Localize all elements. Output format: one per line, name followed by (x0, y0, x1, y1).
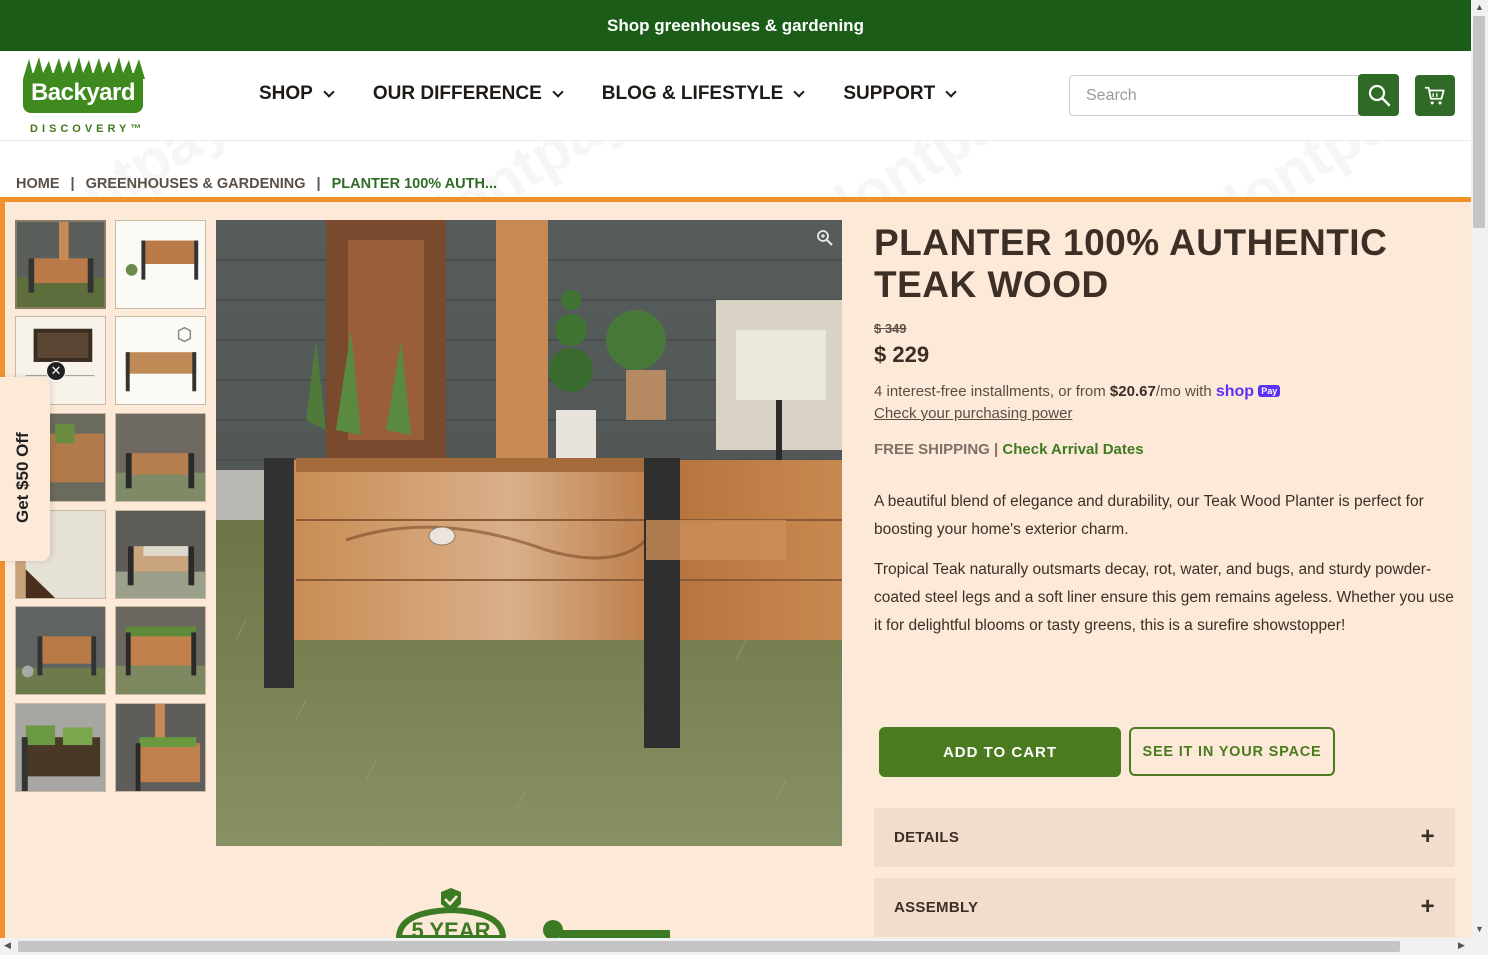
site-header: Backyard DISCOVERY™ SHOP OUR DIFFERENCE … (0, 51, 1471, 141)
logo[interactable]: Backyard DISCOVERY™ (20, 57, 148, 137)
plus-icon: + (1420, 893, 1435, 920)
see-in-space-button[interactable]: SEE IT IN YOUR SPACE (1129, 727, 1335, 776)
thumbnail-11[interactable] (15, 703, 106, 792)
breadcrumb-separator: | (70, 176, 75, 192)
nav-our-difference[interactable]: OUR DIFFERENCE (372, 83, 564, 105)
thumbnail-10[interactable] (115, 606, 206, 695)
check-purchasing-power-link[interactable]: Check your purchasing power (874, 405, 1072, 422)
scroll-down-icon[interactable]: ▼ (1475, 924, 1484, 934)
accordion-details[interactable]: DETAILS + (874, 808, 1455, 867)
installments-amount: $20.67 (1109, 383, 1156, 400)
zoom-icon[interactable] (816, 229, 834, 247)
vertical-scrollbar-thumb[interactable] (1473, 16, 1485, 228)
announcement-text[interactable]: Shop greenhouses & gardening (607, 16, 864, 36)
warranty-badges: 5 YEAR (395, 886, 675, 943)
product-main-image[interactable] (216, 220, 842, 846)
installments-text: 4 interest-free installments, or from $2… (874, 383, 1281, 401)
free-shipping-label: FREE SHIPPING | (874, 441, 1003, 458)
nav-blog-lifestyle[interactable]: BLOG & LIFESTYLE (601, 83, 805, 105)
thumbnail-1[interactable] (15, 220, 106, 309)
nav-label: OUR DIFFERENCE (372, 83, 542, 104)
breadcrumb-current: PLANTER 100% AUTH... (331, 176, 498, 192)
accordion-assembly[interactable]: ASSEMBLY + (874, 878, 1455, 937)
cart-button[interactable] (1415, 75, 1455, 116)
product-title: PLANTER 100% AUTHENTIC TEAK WOOD (874, 222, 1388, 305)
announcement-bar[interactable]: Shop greenhouses & gardening (0, 0, 1471, 51)
accordion-label: DETAILS (894, 829, 960, 846)
scroll-up-icon[interactable]: ▲ (1475, 2, 1484, 12)
accordion-label: ASSEMBLY (894, 899, 979, 916)
nav-label: SUPPORT (843, 83, 936, 104)
breadcrumb: HOME | GREENHOUSES & GARDENING | PLANTER… (16, 176, 497, 192)
shop-pay-logo: shop (1215, 383, 1255, 400)
price-original: $ 349 (874, 321, 907, 336)
thumbnail-12[interactable] (115, 703, 206, 792)
logo-subtitle: DISCOVERY™ (30, 123, 146, 135)
nav-label: SHOP (259, 83, 313, 104)
check-arrival-dates-link[interactable]: Check Arrival Dates (1002, 441, 1143, 458)
nav-shop[interactable]: SHOP (259, 83, 335, 105)
warranty-badge-text: 5 YEAR (411, 918, 490, 938)
main-nav: SHOP OUR DIFFERENCE BLOG & LIFESTYLE SUP… (259, 83, 995, 105)
search-button[interactable] (1358, 74, 1399, 116)
promo-tab-label: Get $50 Off (13, 432, 32, 523)
shipping-info: FREE SHIPPING | Check Arrival Dates (874, 441, 1144, 458)
installments-prefix: 4 interest-free installments, or from (874, 383, 1110, 400)
thumbnail-4[interactable] (115, 316, 206, 405)
horizontal-scrollbar-thumb[interactable] (18, 941, 1400, 952)
add-to-cart-button[interactable]: ADD TO CART (879, 727, 1121, 777)
chevron-down-icon (552, 85, 564, 98)
close-icon[interactable]: ✕ (46, 361, 66, 381)
product-description-2: Tropical Teak naturally outsmarts decay,… (874, 561, 1454, 634)
price-current: $ 229 (874, 342, 930, 367)
breadcrumb-separator: | (316, 176, 321, 192)
thumbnail-6[interactable] (115, 413, 206, 502)
scroll-right-icon[interactable]: ▶ (1458, 940, 1465, 951)
thumbnail-9[interactable] (15, 606, 106, 695)
breadcrumb-category[interactable]: GREENHOUSES & GARDENING (86, 176, 306, 192)
nav-support[interactable]: SUPPORT (843, 83, 957, 105)
thumbnail-8[interactable] (115, 510, 206, 599)
nav-label: BLOG & LIFESTYLE (601, 83, 784, 104)
plus-icon: + (1420, 823, 1435, 850)
shop-pay-badge: Pay (1258, 385, 1281, 397)
thumbnail-2[interactable] (115, 220, 206, 309)
breadcrumb-home[interactable]: HOME (16, 176, 60, 192)
chevron-down-icon (793, 85, 805, 98)
scroll-left-icon[interactable]: ◀ (4, 940, 11, 951)
promo-tab[interactable]: Get $50 Off (0, 377, 50, 561)
chevron-down-icon (323, 85, 335, 98)
chevron-down-icon (945, 85, 957, 98)
logo-wordmark: Backyard (23, 73, 143, 113)
search-icon (1368, 84, 1390, 107)
search-input[interactable] (1069, 75, 1359, 116)
cart-icon (1424, 86, 1445, 104)
product-description-1: A beautiful blend of elegance and durabi… (874, 493, 1424, 538)
installments-suffix: /mo with (1155, 383, 1216, 400)
